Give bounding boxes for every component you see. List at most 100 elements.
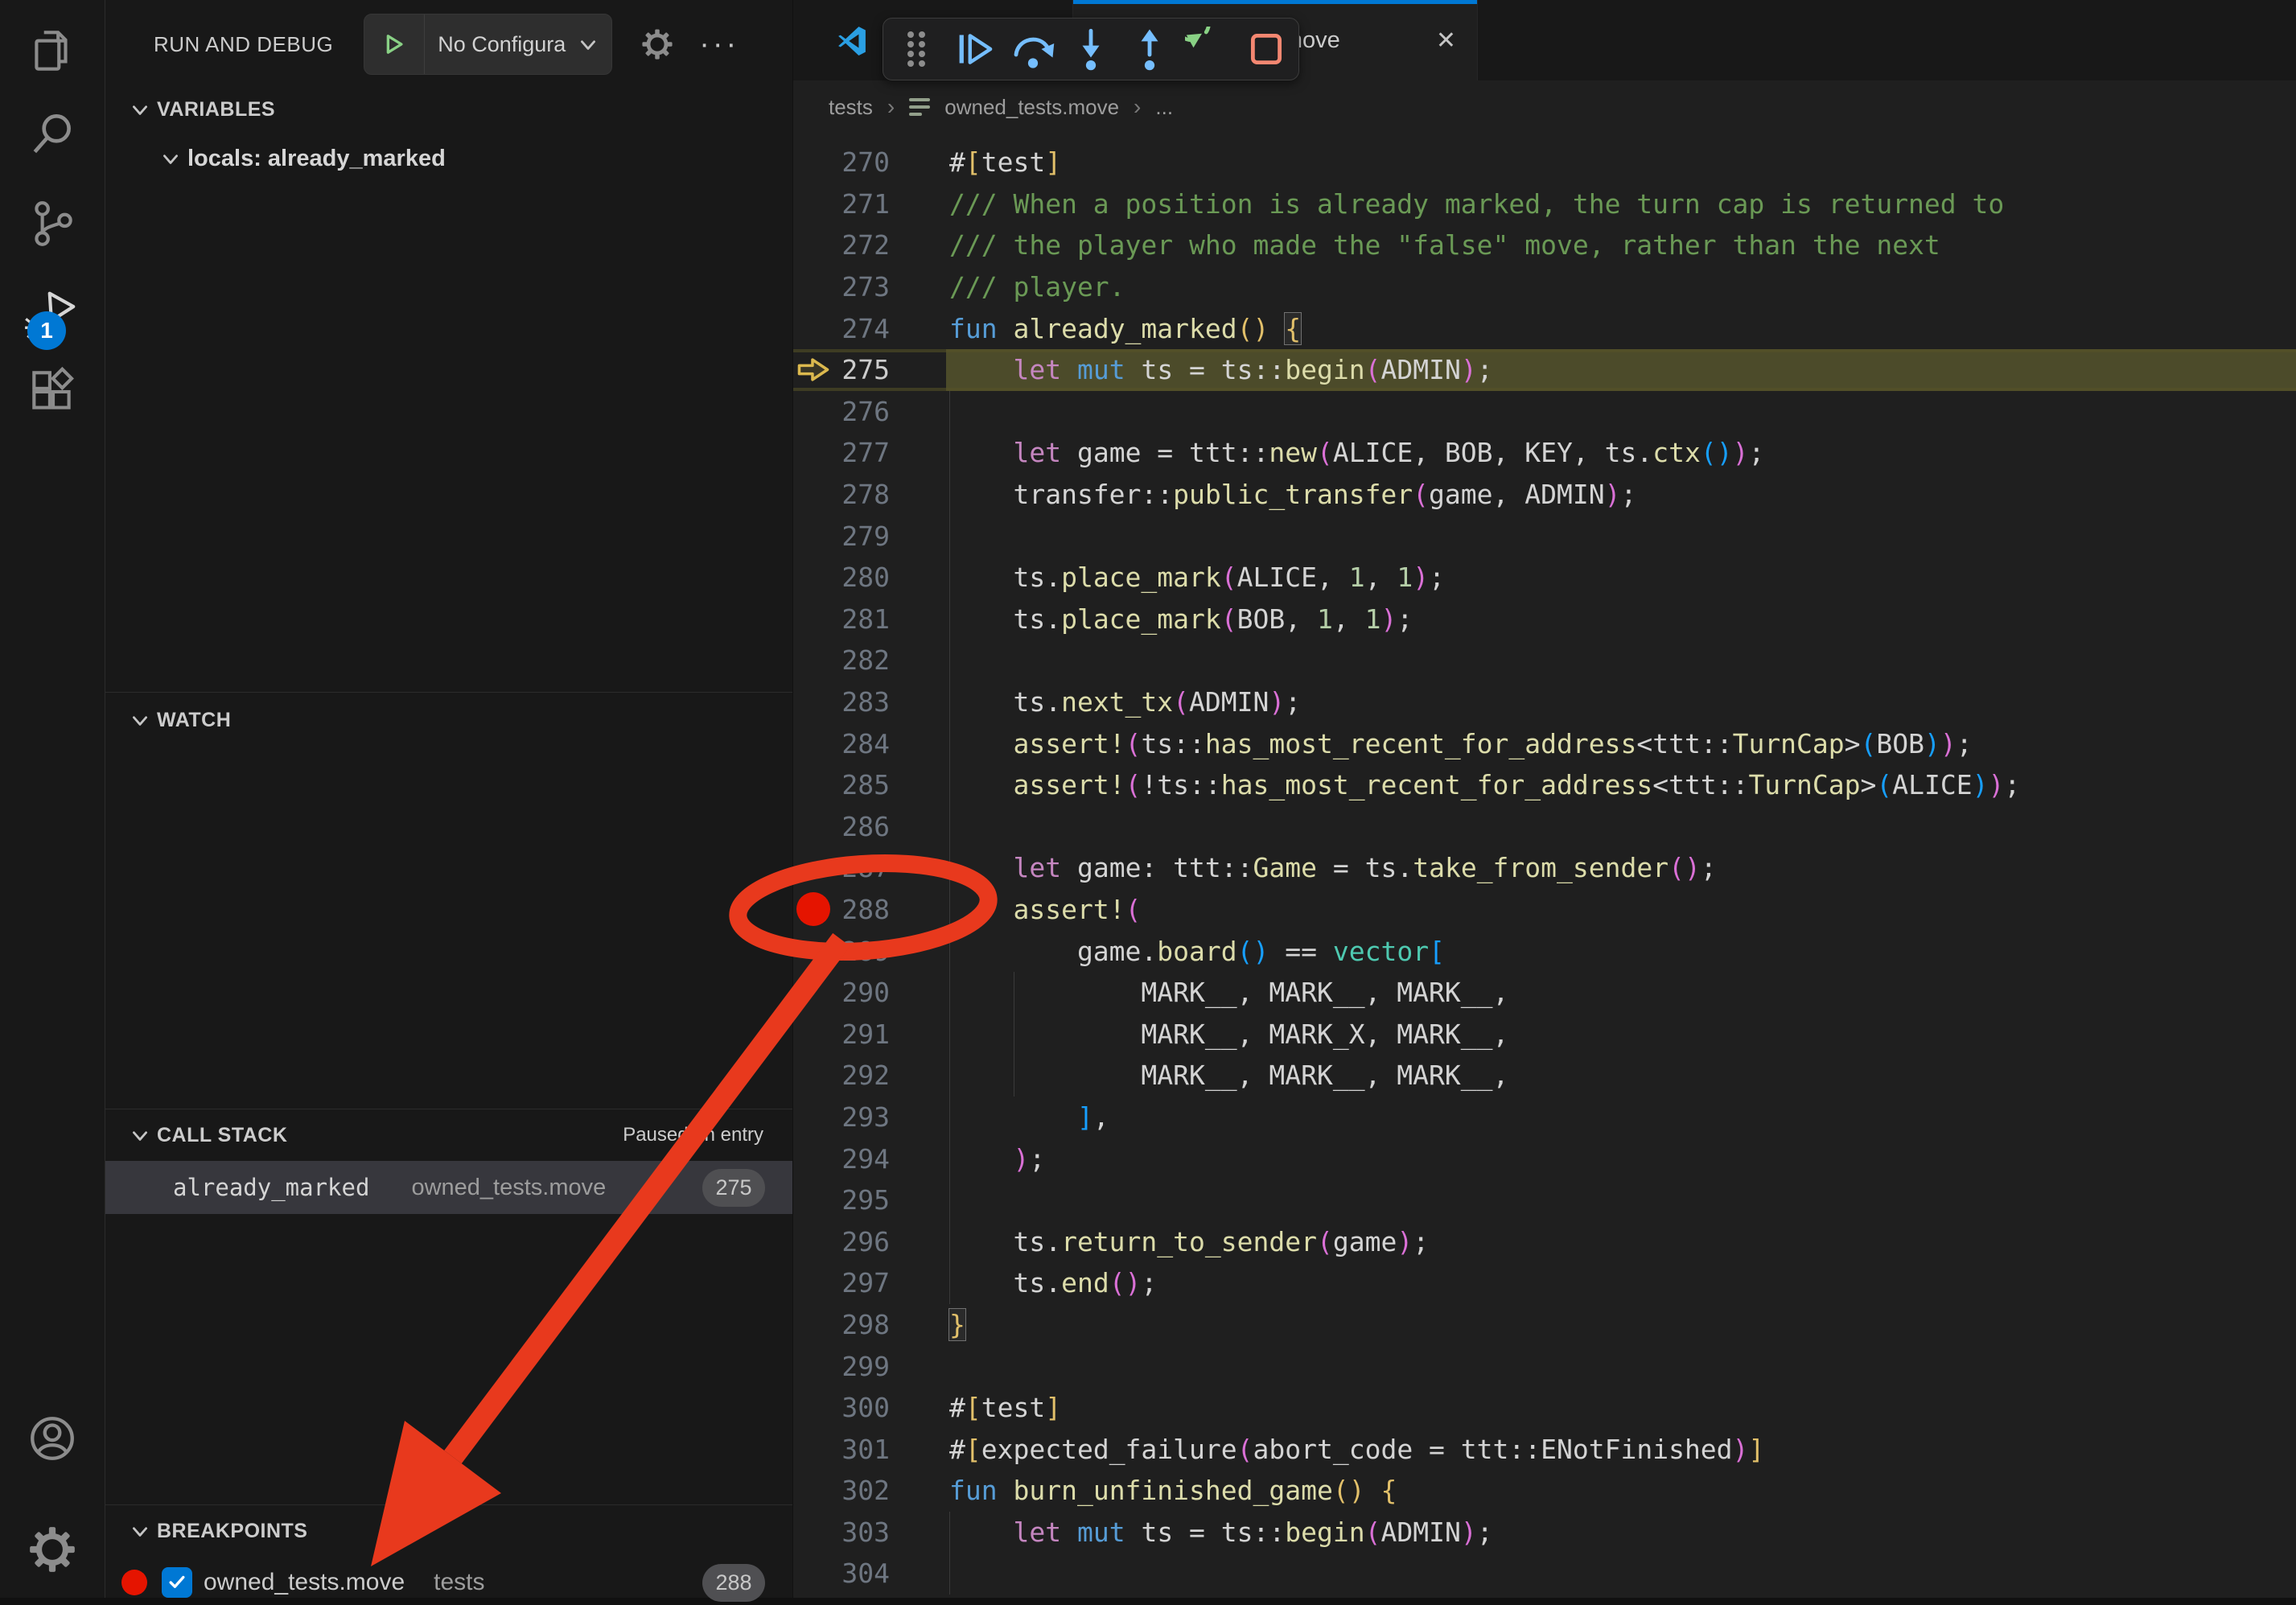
launch-config-dropdown[interactable]: No Configura bbox=[364, 14, 612, 75]
explorer-icon[interactable] bbox=[0, 24, 105, 77]
breakpoint-checkbox[interactable] bbox=[162, 1567, 192, 1598]
step-over-button[interactable] bbox=[1007, 23, 1059, 75]
code-text[interactable]: ts.return_to_sender(game); bbox=[890, 1226, 1429, 1257]
extensions-icon[interactable] bbox=[0, 365, 105, 418]
code-text[interactable]: ts.end(); bbox=[890, 1267, 1157, 1298]
code-line[interactable]: 289 game.board() == vector[ bbox=[793, 930, 2296, 972]
more-actions-icon[interactable]: ··· bbox=[699, 36, 739, 52]
code-text[interactable]: assert!(ts::has_most_recent_for_address<… bbox=[890, 728, 1973, 759]
code-text[interactable]: ], bbox=[890, 1101, 1109, 1133]
code-line[interactable]: 277 let game = ttt::new(ALICE, BOB, KEY,… bbox=[793, 432, 2296, 474]
restart-button[interactable] bbox=[1182, 23, 1233, 75]
code-line[interactable]: 291 MARK__, MARK_X, MARK__, bbox=[793, 1013, 2296, 1055]
line-number[interactable]: 278 bbox=[833, 479, 890, 510]
code-text[interactable]: ); bbox=[890, 1143, 1045, 1175]
gutter-breakpoint-margin[interactable] bbox=[793, 356, 833, 383]
line-number[interactable]: 302 bbox=[833, 1475, 890, 1506]
line-number[interactable]: 286 bbox=[833, 811, 890, 842]
code-line[interactable]: 281 ts.place_mark(BOB, 1, 1); bbox=[793, 599, 2296, 640]
line-number[interactable]: 298 bbox=[833, 1309, 890, 1340]
code-text[interactable]: let game = ttt::new(ALICE, BOB, KEY, ts.… bbox=[890, 437, 1764, 468]
line-number[interactable]: 303 bbox=[833, 1517, 890, 1548]
line-number[interactable]: 289 bbox=[833, 936, 890, 967]
line-number[interactable]: 290 bbox=[833, 977, 890, 1008]
code-text[interactable]: fun burn_unfinished_game() { bbox=[890, 1475, 1397, 1506]
code-text[interactable]: #[test] bbox=[890, 146, 1061, 178]
code-line[interactable]: 272/// the player who made the "false" m… bbox=[793, 224, 2296, 266]
gutter-breakpoint-margin[interactable] bbox=[793, 892, 833, 926]
line-number[interactable]: 279 bbox=[833, 521, 890, 552]
code-line[interactable]: 274fun already_marked() { bbox=[793, 307, 2296, 349]
code-line[interactable]: 286 bbox=[793, 806, 2296, 848]
line-number[interactable]: 301 bbox=[833, 1434, 890, 1465]
code-text[interactable]: /// player. bbox=[890, 271, 1125, 302]
code-line[interactable]: 300#[test] bbox=[793, 1387, 2296, 1429]
code-line[interactable]: 297 ts.end(); bbox=[793, 1262, 2296, 1304]
code-line[interactable]: 283 ts.next_tx(ADMIN); bbox=[793, 681, 2296, 723]
code-text[interactable]: let game: ttt::Game = ts.take_from_sende… bbox=[890, 852, 1717, 883]
line-number[interactable]: 294 bbox=[833, 1143, 890, 1175]
toolbar-gripper-icon[interactable] bbox=[891, 23, 942, 75]
line-number[interactable]: 281 bbox=[833, 603, 890, 635]
code-line[interactable]: 278 transfer::public_transfer(game, ADMI… bbox=[793, 474, 2296, 516]
code-line[interactable]: 287 let game: ttt::Game = ts.take_from_s… bbox=[793, 847, 2296, 889]
source-control-icon[interactable] bbox=[0, 197, 105, 250]
watch-header[interactable]: WATCH bbox=[105, 698, 792, 743]
code-text[interactable]: /// When a position is already marked, t… bbox=[890, 188, 2004, 220]
code-line[interactable]: 293 ], bbox=[793, 1097, 2296, 1138]
code-text[interactable]: fun already_marked() { bbox=[890, 313, 1301, 344]
line-number[interactable]: 287 bbox=[833, 852, 890, 883]
line-number[interactable]: 299 bbox=[833, 1351, 890, 1382]
code-line[interactable]: 275 let mut ts = ts::begin(ADMIN); bbox=[793, 349, 2296, 391]
code-line[interactable]: 301#[expected_failure(abort_code = ttt::… bbox=[793, 1428, 2296, 1470]
code-text[interactable]: ts.place_mark(BOB, 1, 1); bbox=[890, 603, 1413, 635]
code-line[interactable]: 279 bbox=[793, 515, 2296, 557]
breakpoint-dot-icon[interactable] bbox=[796, 892, 830, 926]
settings-gear-icon[interactable] bbox=[0, 1523, 105, 1576]
code-line[interactable]: 270#[test] bbox=[793, 142, 2296, 183]
code-line[interactable]: 292 MARK__, MARK__, MARK__, bbox=[793, 1055, 2296, 1097]
code-text[interactable]: MARK__, MARK__, MARK__, bbox=[890, 977, 1508, 1008]
code-text[interactable]: MARK__, MARK_X, MARK__, bbox=[890, 1019, 1508, 1050]
line-number[interactable]: 292 bbox=[833, 1060, 890, 1091]
run-and-debug-icon[interactable]: 1 bbox=[0, 287, 105, 344]
line-number[interactable]: 270 bbox=[833, 146, 890, 178]
breakpoint-row[interactable]: owned_tests.move tests 288 bbox=[105, 1560, 792, 1605]
code-line[interactable]: 276 bbox=[793, 391, 2296, 433]
line-number[interactable]: 288 bbox=[833, 894, 890, 925]
code-line[interactable]: 295 bbox=[793, 1179, 2296, 1221]
code-line[interactable]: 290 MARK__, MARK__, MARK__, bbox=[793, 972, 2296, 1014]
variables-header[interactable]: VARIABLES bbox=[105, 87, 792, 132]
code-line[interactable]: 294 ); bbox=[793, 1138, 2296, 1179]
line-number[interactable]: 300 bbox=[833, 1392, 890, 1423]
stack-frame-row[interactable]: already_marked owned_tests.move 275 bbox=[105, 1161, 792, 1214]
code-text[interactable]: ts.place_mark(ALICE, 1, 1); bbox=[890, 562, 1445, 593]
code-line[interactable]: 284 assert!(ts::has_most_recent_for_addr… bbox=[793, 722, 2296, 764]
code-line[interactable]: 296 ts.return_to_sender(game); bbox=[793, 1220, 2296, 1262]
code-text[interactable]: /// the player who made the "false" move… bbox=[890, 229, 1940, 261]
line-number[interactable]: 296 bbox=[833, 1226, 890, 1257]
code-line[interactable]: 303 let mut ts = ts::begin(ADMIN); bbox=[793, 1512, 2296, 1554]
line-number[interactable]: 274 bbox=[833, 313, 890, 344]
code-line[interactable]: 302fun burn_unfinished_game() { bbox=[793, 1470, 2296, 1512]
line-number[interactable]: 280 bbox=[833, 562, 890, 593]
code-line[interactable]: 280 ts.place_mark(ALICE, 1, 1); bbox=[793, 557, 2296, 599]
code-text[interactable]: #[test] bbox=[890, 1392, 1061, 1423]
line-number[interactable]: 271 bbox=[833, 188, 890, 220]
step-out-button[interactable] bbox=[1124, 23, 1175, 75]
start-debug-icon[interactable] bbox=[364, 14, 425, 74]
breadcrumb-file[interactable]: owned_tests.move bbox=[944, 95, 1119, 120]
line-number[interactable]: 282 bbox=[833, 644, 890, 676]
line-number[interactable]: 297 bbox=[833, 1267, 890, 1298]
code-line[interactable]: 282 bbox=[793, 640, 2296, 681]
code-line[interactable]: 298} bbox=[793, 1304, 2296, 1346]
code-text[interactable]: assert!( bbox=[890, 894, 1141, 925]
code-text[interactable]: game.board() == vector[ bbox=[890, 936, 1445, 967]
code-line[interactable]: 304 bbox=[793, 1553, 2296, 1595]
code-text[interactable]: transfer::public_transfer(game, ADMIN); bbox=[890, 479, 1636, 510]
debug-settings-gear-icon[interactable] bbox=[640, 27, 675, 62]
stop-button[interactable] bbox=[1241, 23, 1292, 75]
continue-button[interactable] bbox=[948, 23, 1000, 75]
line-number[interactable]: 273 bbox=[833, 271, 890, 302]
code-text[interactable]: ts.next_tx(ADMIN); bbox=[890, 686, 1301, 718]
